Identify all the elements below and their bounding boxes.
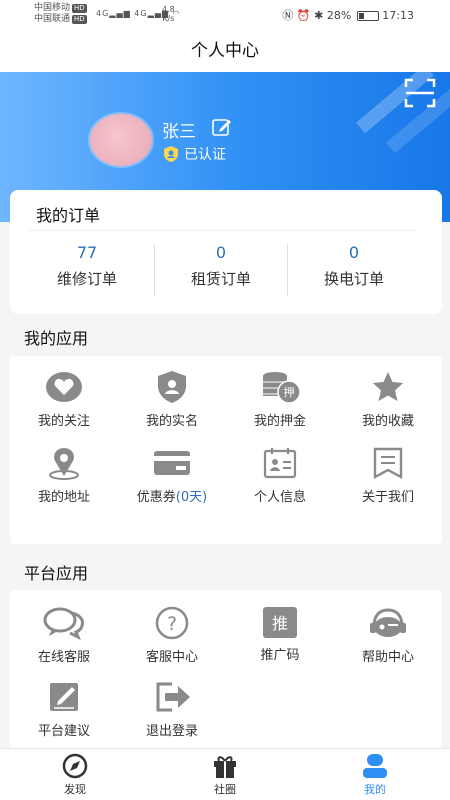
app-label: 在线客服 [37, 650, 90, 665]
edit-icon[interactable] [212, 118, 232, 136]
app-label: 优惠券(0天) [118, 486, 226, 505]
app-label: 平台建议 [37, 724, 90, 739]
app-label: 关于我们 [361, 490, 414, 505]
status-icons: Ⓝ ⏰ ✱ 28% 17:13 [282, 7, 414, 23]
app-label: 帮助中心 [361, 650, 414, 665]
heart-icon [46, 372, 82, 402]
user-name: 张三 [162, 122, 196, 142]
order-count: 0 [348, 243, 360, 262]
app-service-center[interactable]: ? 客服中心 [118, 606, 226, 670]
app-coupon[interactable]: 优惠券(0天) [118, 446, 226, 510]
order-label: 换电订单 [323, 270, 384, 288]
app-label: 个人信息 [253, 490, 306, 505]
card-icon [154, 451, 190, 475]
hd-badge: HD [72, 4, 87, 13]
svg-text:?: ? [167, 613, 177, 635]
tab-community[interactable]: 社圈 [175, 753, 275, 799]
gift-icon [214, 756, 236, 778]
orders-title: 我的订单 [36, 206, 101, 225]
network-type: 4G [96, 9, 110, 18]
order-rental[interactable]: 0 租赁订单 [154, 242, 288, 298]
app-label: 退出登录 [145, 724, 198, 739]
app-about[interactable]: 关于我们 [334, 446, 442, 510]
order-battery-swap[interactable]: 0 换电订单 [287, 242, 421, 298]
app-help-center[interactable]: 帮助中心 [334, 606, 442, 670]
tab-label: 社圈 [214, 783, 236, 796]
app-label: 我的地址 [37, 490, 90, 505]
tab-discover[interactable]: 发现 [25, 753, 125, 799]
coupon-days: (0天) [175, 490, 208, 505]
alarm-icon: ⏰ [296, 9, 311, 22]
app-promo-code[interactable]: 推 推广码 [226, 606, 334, 670]
promo-badge-text: 推 [272, 614, 288, 633]
chat-bubbles-icon [43, 607, 84, 640]
about-book-icon [373, 447, 403, 480]
tab-mine[interactable]: 我的 [325, 753, 425, 799]
app-realname[interactable]: 我的实名 [118, 370, 226, 434]
order-label: 维修订单 [56, 270, 117, 288]
app-deposit[interactable]: 押 我的押金 [226, 370, 334, 434]
verified-shield-icon [164, 146, 178, 162]
order-count: 0 [215, 243, 227, 262]
discover-icon [62, 753, 88, 779]
question-circle-icon: ? [155, 606, 189, 640]
tab-label: 发现 [64, 783, 86, 796]
promo-code-icon: 推 [263, 607, 297, 638]
status-bar: 中国移动 HD 中国联通 HD 4G▂▄▆ 4G▂▄▆ ◠ 4.8 K/s Ⓝ ⏰ … [0, 0, 450, 30]
divider [28, 230, 416, 231]
bottom-tab-bar: 发现 社圈 我的 [0, 748, 450, 800]
app-label: 我的押金 [253, 414, 306, 429]
logout-icon [156, 682, 190, 712]
avatar[interactable] [90, 114, 152, 166]
verified-label: 已认证 [184, 147, 226, 163]
network-speed: 4.8 K/s [162, 5, 175, 23]
app-online-service[interactable]: 在线客服 [10, 606, 118, 670]
platform-apps-title: 平台应用 [24, 564, 89, 583]
deposit-badge-text: 押 [284, 385, 295, 399]
app-logout[interactable]: 退出登录 [118, 680, 226, 744]
speed-value: 4.8 [162, 5, 175, 14]
orders-card: 我的订单 77 维修订单 0 租赁订单 0 换电订单 [10, 190, 442, 314]
order-count: 77 [76, 243, 98, 262]
app-suggestion[interactable]: 平台建议 [10, 680, 118, 744]
user-icon [363, 754, 387, 778]
profile-card-icon [263, 448, 297, 479]
coupon-label: 优惠券 [136, 490, 176, 505]
carrier-primary: 中国移动 [34, 3, 71, 13]
clock: 17:13 [382, 9, 414, 22]
app-address[interactable]: 我的地址 [10, 446, 118, 510]
app-label: 我的实名 [145, 414, 198, 429]
my-apps-card: 我的关注 我的实名 押 我的押金 我的收藏 我的地址 优惠券(0天) 个人信息 … [10, 356, 442, 544]
app-follow[interactable]: 我的关注 [10, 370, 118, 434]
hd-badge: HD [72, 15, 87, 24]
order-label: 租赁订单 [190, 270, 251, 288]
speed-unit: K/s [162, 14, 175, 23]
app-label: 推广码 [260, 648, 300, 663]
suggestion-edit-icon [50, 683, 78, 711]
headset-icon [370, 608, 406, 637]
app-profile-info[interactable]: 个人信息 [226, 446, 334, 510]
id-shield-icon [158, 371, 186, 403]
battery-icon [356, 11, 379, 21]
tab-label: 我的 [364, 783, 386, 796]
my-apps-title: 我的应用 [24, 329, 89, 348]
page-title: 个人中心 [0, 30, 450, 72]
app-label: 客服中心 [145, 650, 198, 665]
carrier-info: 中国移动 HD 中国联通 HD [34, 3, 87, 25]
carrier-secondary: 中国联通 [34, 14, 71, 24]
order-repair[interactable]: 77 维修订单 [20, 242, 154, 298]
verified-status: 已认证 [162, 144, 226, 164]
star-icon [373, 372, 403, 401]
app-favorites[interactable]: 我的收藏 [334, 370, 442, 434]
network-type: 4G [134, 9, 148, 18]
battery-percent: 28% [326, 9, 352, 22]
location-pin-icon [49, 448, 79, 480]
scan-icon[interactable] [404, 78, 436, 108]
app-label: 我的收藏 [361, 414, 414, 429]
deposit-coins-icon: 押 [263, 372, 301, 404]
platform-apps-card: 在线客服 ? 客服中心 推 推广码 帮助中心 平台建议 退出登录 [10, 590, 442, 748]
app-label: 我的关注 [37, 414, 90, 429]
bluetooth-icon: ✱ [314, 9, 324, 22]
nfc-icon: Ⓝ [282, 9, 294, 22]
